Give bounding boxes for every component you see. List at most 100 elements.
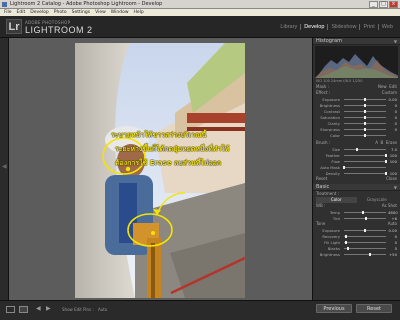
slider-thumb[interactable] [364, 133, 366, 137]
slider-thumb[interactable] [364, 228, 366, 232]
collapse-icon[interactable]: ▼ [394, 38, 397, 45]
slider-track[interactable] [344, 228, 386, 232]
tone-auto-button[interactable]: Auto [388, 221, 397, 227]
slider-thumb[interactable] [364, 109, 366, 113]
slider-thumb[interactable] [385, 159, 387, 163]
brush-erase-button[interactable]: Erase [386, 140, 397, 145]
mask-new-button[interactable]: New [378, 84, 387, 89]
menu-edit[interactable]: Edit [17, 9, 26, 16]
before-after-icon[interactable] [19, 306, 28, 313]
toolbar-value[interactable]: Auto [98, 307, 107, 312]
effect-preset-select[interactable]: Custom [382, 90, 397, 96]
annotation-line-3: ต้องการใช้ Erase ลบส่วนที่ไม่ออก [115, 159, 222, 167]
brush-b-button[interactable]: B [381, 140, 384, 145]
slider-thumb[interactable] [347, 246, 350, 250]
slider-value[interactable]: +50 [388, 252, 397, 257]
slider-thumb[interactable] [364, 97, 366, 101]
slider-track[interactable] [344, 153, 387, 157]
slider-track[interactable] [344, 133, 386, 137]
prev-arrow-icon[interactable]: ◀ [36, 305, 41, 312]
loupe-view-icon[interactable] [6, 306, 15, 313]
slider-track[interactable] [344, 147, 386, 151]
slider-brightness[interactable]: Brightness +50 [313, 251, 400, 257]
minimize-button[interactable]: _ [369, 1, 378, 8]
slider-thumb[interactable] [364, 121, 366, 125]
histogram-header[interactable]: Histogram ▼ [313, 38, 400, 45]
slider-value[interactable]: 0 [388, 115, 397, 120]
brush-a-button[interactable]: A [375, 140, 378, 145]
slider-thumb[interactable] [364, 127, 366, 131]
left-panel-collapsed[interactable]: ◀ [0, 38, 9, 300]
slider-track[interactable] [344, 127, 386, 131]
brush-reset-button[interactable]: Reset [316, 176, 327, 182]
slider-thumb[interactable] [364, 216, 367, 220]
mask-edit-button[interactable]: Edit [389, 84, 397, 89]
close-button[interactable]: × [389, 1, 398, 8]
slider-thumb[interactable] [364, 115, 366, 119]
menu-settings[interactable]: Settings [72, 9, 90, 16]
photo-preview[interactable]: ระบายหน้าให้ขาวสว่างบริเวณนี้ ระยะห่างขึ… [75, 43, 245, 298]
slider-thumb[interactable] [361, 210, 364, 214]
slider-value[interactable]: 0.00 [388, 97, 397, 102]
slider-value[interactable]: 0 [388, 127, 397, 132]
menu-photo[interactable]: Photo [54, 9, 67, 16]
slider-thumb[interactable] [385, 171, 387, 175]
menu-file[interactable]: File [4, 9, 12, 16]
slider-value[interactable]: 0.00 [388, 228, 397, 233]
slider-track[interactable] [344, 240, 386, 244]
slider-value[interactable]: 0 [388, 234, 397, 239]
menu-view[interactable]: View [95, 9, 106, 16]
histogram-title: Histogram [316, 38, 342, 44]
module-slideshow[interactable]: Slideshow [328, 24, 361, 30]
slider-track[interactable] [344, 252, 386, 256]
slider-color[interactable]: Color [313, 132, 400, 138]
module-develop[interactable]: Develop [301, 24, 329, 30]
slider-track[interactable] [344, 115, 386, 119]
brush-close-button[interactable]: Close [386, 176, 397, 182]
wb-select[interactable]: As Shot [382, 203, 397, 209]
slider-thumb[interactable] [345, 234, 348, 238]
slider-track[interactable] [344, 121, 386, 125]
slider-value[interactable]: 0 [388, 240, 397, 245]
slider-track[interactable] [343, 165, 386, 169]
slider-value[interactable]: 100 [388, 159, 397, 164]
slider-value[interactable]: 100 [388, 171, 397, 176]
slider-thumb[interactable] [385, 153, 387, 157]
slider-thumb[interactable] [355, 147, 358, 151]
reset-button[interactable]: Reset [356, 304, 392, 313]
slider-thumb[interactable] [343, 165, 345, 169]
module-print[interactable]: Print [360, 24, 379, 30]
slider-value[interactable]: 100 [388, 153, 397, 158]
slider-thumb[interactable] [364, 103, 366, 107]
menu-develop[interactable]: Develop [30, 9, 49, 16]
slider-thumb[interactable] [345, 240, 348, 244]
next-arrow-icon[interactable]: ▶ [46, 305, 51, 312]
slider-track[interactable] [344, 216, 386, 220]
maximize-button[interactable]: □ [379, 1, 388, 8]
module-library[interactable]: Library [277, 24, 302, 30]
slider-track[interactable] [344, 103, 386, 107]
slider-value[interactable]: 0 [388, 121, 397, 126]
slider-track[interactable] [344, 109, 386, 113]
slider-value[interactable]: 0 [388, 103, 397, 108]
collapse-icon[interactable]: ▼ [394, 184, 397, 191]
menu-help[interactable]: Help [134, 9, 144, 16]
previous-button[interactable]: Previous [316, 304, 352, 313]
basic-header[interactable]: Basic ▼ [313, 184, 400, 191]
slider-value[interactable]: 4800 [388, 210, 398, 215]
slider-track[interactable] [344, 234, 386, 238]
slider-track[interactable] [344, 159, 387, 163]
module-web[interactable]: Web [379, 24, 396, 30]
slider-thumb[interactable] [369, 252, 372, 256]
slider-track[interactable] [344, 97, 386, 101]
bottom-toolbar: ◀ ▶ Show Edit Pins : Auto Previous Reset [0, 300, 400, 320]
slider-track[interactable] [344, 246, 386, 250]
menu-window[interactable]: Window [111, 9, 129, 16]
slider-value[interactable]: 7.0 [388, 147, 397, 152]
slider-value[interactable]: 0 [388, 109, 397, 114]
slider-track[interactable] [344, 210, 386, 214]
slider-value[interactable]: +6 [388, 216, 397, 221]
slider-value[interactable]: 5 [388, 246, 397, 251]
expand-left-panel-icon[interactable]: ◀ [2, 163, 7, 170]
slider-track[interactable] [344, 171, 387, 175]
